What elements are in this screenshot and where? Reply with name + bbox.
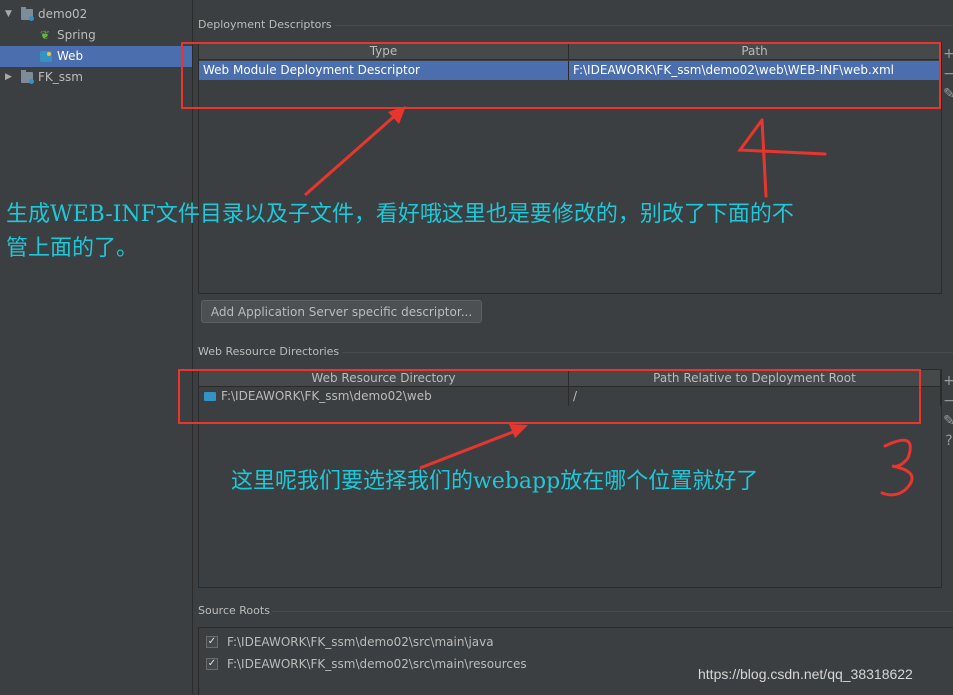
highlight-box-deployment [181, 42, 941, 109]
source-root-path: F:\IDEAWORK\FK_ssm\demo02\src\main\resou… [227, 657, 527, 671]
module-tree: ▼ demo02 ❦ Spring Web ▶ FK_ssm [0, 0, 193, 694]
section-divider [272, 611, 953, 612]
tree-item-demo02[interactable]: ▼ demo02 [0, 4, 192, 25]
source-root-path: F:\IDEAWORK\FK_ssm\demo02\src\main\java [227, 635, 494, 649]
source-roots-title: Source Roots [198, 604, 270, 617]
add-icon[interactable]: + [942, 371, 953, 391]
help-icon[interactable]: ? [942, 431, 953, 451]
annotation-note-bottom: 这里呢我们要选择我们的webapp放在哪个位置就好了 [231, 469, 759, 494]
module-folder-icon [21, 7, 34, 21]
section-divider [335, 25, 953, 26]
highlight-box-web-resource [178, 369, 921, 424]
remove-icon[interactable]: − [942, 391, 953, 411]
web-resource-toolbar: + − ✎ ? [942, 371, 953, 451]
expand-arrow-icon[interactable]: ▼ [5, 4, 15, 25]
add-icon[interactable]: + [942, 44, 953, 64]
deployment-descriptors-title: Deployment Descriptors [198, 18, 332, 31]
tree-item-label: demo02 [38, 7, 88, 21]
edit-icon[interactable]: ✎ [942, 411, 953, 431]
deployment-toolbar: + − ✎ [942, 44, 953, 104]
tree-item-web[interactable]: Web [0, 46, 192, 67]
web-resource-directories-title: Web Resource Directories [198, 345, 340, 358]
spring-leaf-icon: ❦ [40, 28, 51, 42]
edit-icon[interactable]: ✎ [942, 84, 953, 104]
module-folder-icon [21, 70, 34, 84]
checkbox[interactable]: ✓ [206, 636, 218, 648]
checkbox[interactable]: ✓ [206, 658, 218, 670]
tree-item-spring[interactable]: ❦ Spring [0, 25, 192, 46]
annotation-note-line2: 管上面的了。 [6, 236, 139, 261]
annotation-note-line1: 生成WEB-INF文件目录以及子文件，看好哦这里也是要修改的，别改了下面的不 [6, 202, 794, 227]
tree-item-label: Spring [57, 28, 96, 42]
remove-icon[interactable]: − [942, 64, 953, 84]
collapsed-arrow-icon[interactable]: ▶ [5, 67, 15, 88]
watermark: https://blog.csdn.net/qq_38318622 [698, 666, 913, 682]
tree-item-label: FK_ssm [38, 70, 83, 84]
section-divider [342, 352, 953, 353]
tree-item-fk-ssm[interactable]: ▶ FK_ssm [0, 67, 192, 88]
web-facet-icon [40, 51, 52, 62]
add-server-descriptor-button[interactable]: Add Application Server specific descript… [201, 300, 482, 323]
tree-item-label: Web [57, 49, 84, 63]
